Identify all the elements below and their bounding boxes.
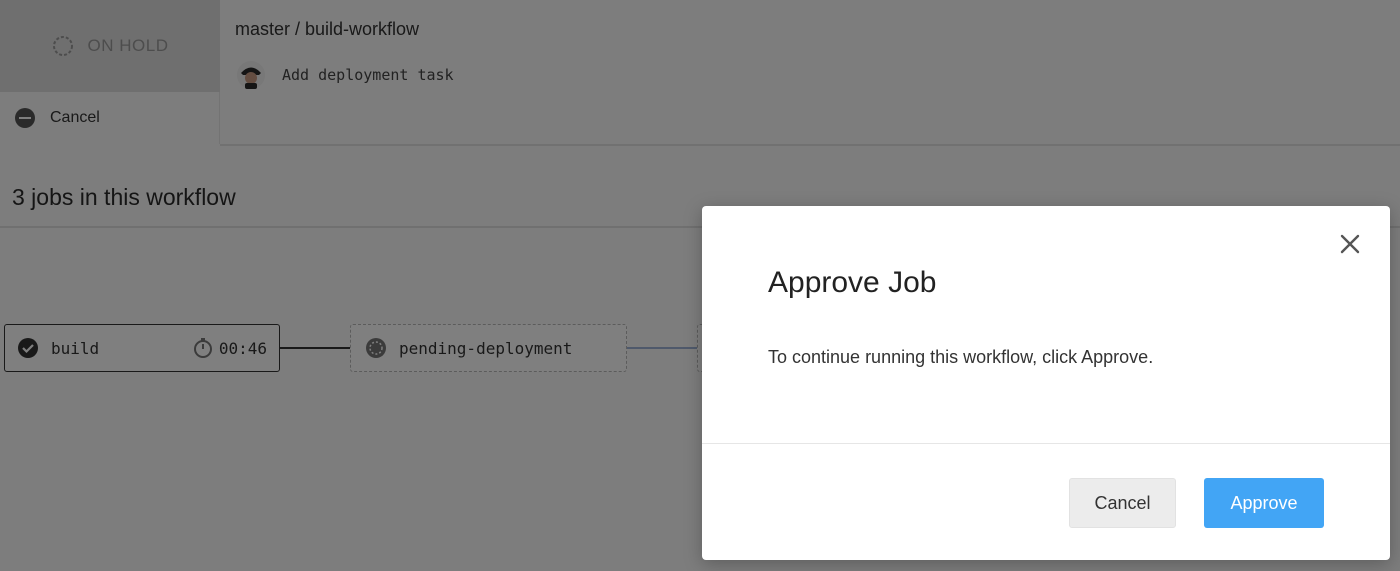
cancel-button[interactable]: Cancel bbox=[1069, 478, 1176, 528]
dialog-message: To continue running this workflow, click… bbox=[768, 347, 1154, 367]
dialog-title: Approve Job bbox=[768, 266, 937, 299]
approve-button[interactable]: Approve bbox=[1204, 478, 1324, 528]
close-icon[interactable] bbox=[1338, 232, 1362, 256]
approve-job-dialog: Approve Job To continue running this wor… bbox=[702, 206, 1390, 560]
divider bbox=[702, 443, 1390, 444]
